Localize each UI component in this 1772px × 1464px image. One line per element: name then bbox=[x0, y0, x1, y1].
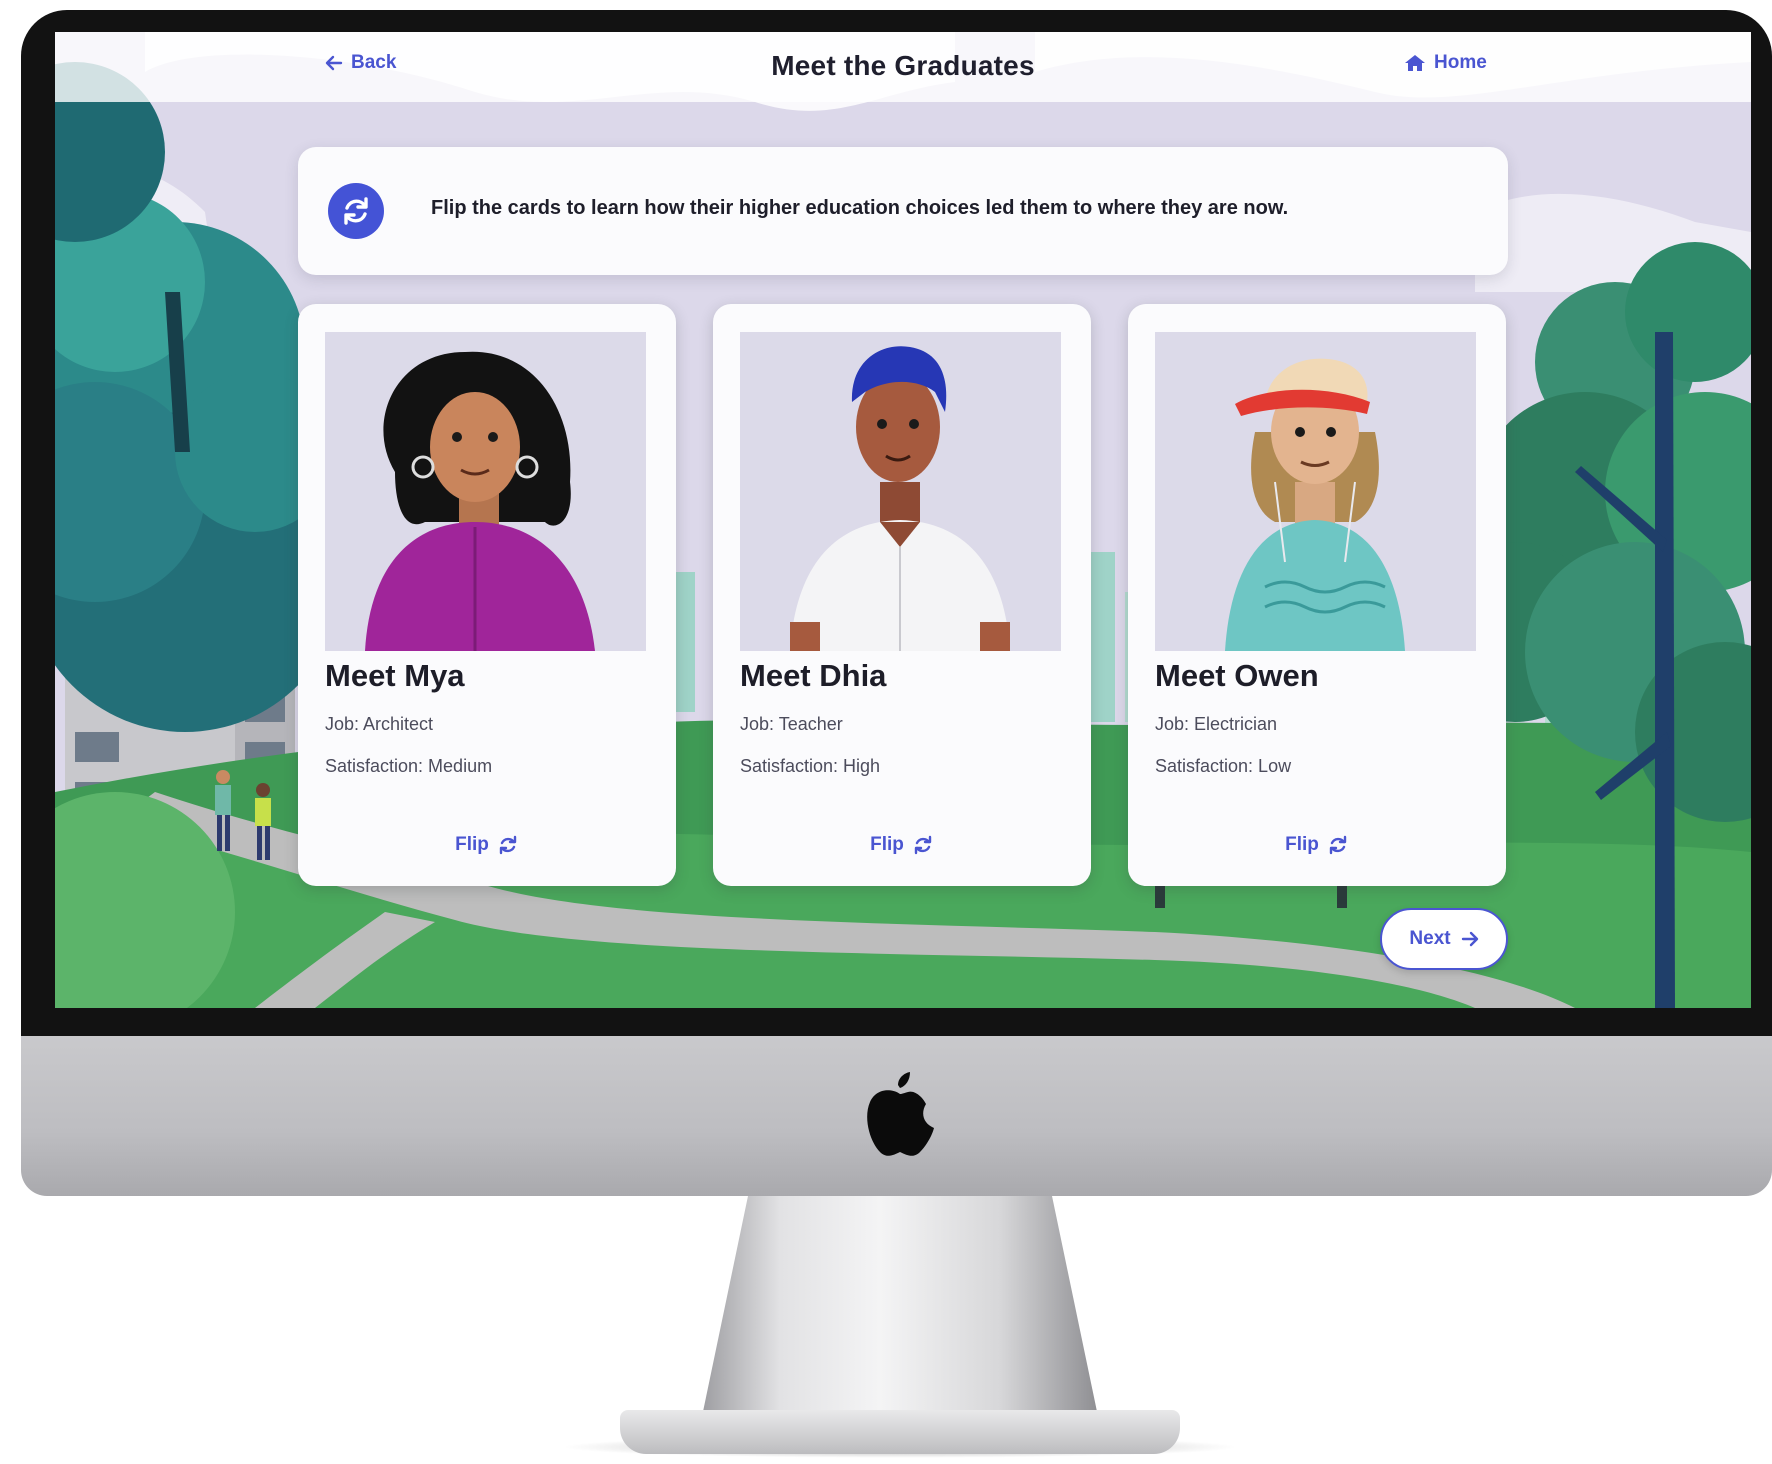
home-icon bbox=[1405, 55, 1425, 71]
graduate-card-mya[interactable]: Meet Mya Job: Architect Satisfaction: Me… bbox=[298, 304, 676, 886]
card-satisfaction: Satisfaction: Low bbox=[1155, 756, 1292, 776]
instruction-banner: Flip the cards to learn how their higher… bbox=[298, 147, 1508, 275]
flip-button[interactable]: Flip bbox=[1128, 834, 1506, 856]
card-name: Meet Dhia bbox=[740, 658, 887, 693]
card-satisfaction: Satisfaction: Medium bbox=[325, 756, 493, 776]
card-job: Job: Architect bbox=[325, 714, 434, 734]
card-name: Meet Mya bbox=[325, 658, 465, 693]
dhia-portrait bbox=[740, 332, 1061, 651]
refresh-icon bbox=[328, 183, 384, 239]
refresh-icon bbox=[499, 835, 517, 855]
monitor-stand-neck bbox=[700, 1196, 1100, 1426]
screen: Back Meet the Graduates Home Flip the ca… bbox=[55, 32, 1751, 1008]
card-job: Job: Teacher bbox=[740, 714, 843, 734]
apple-logo bbox=[867, 1072, 934, 1156]
mya-portrait bbox=[325, 332, 646, 651]
flip-button[interactable]: Flip bbox=[298, 834, 676, 856]
flip-label: Flip bbox=[455, 834, 489, 855]
next-label: Next bbox=[1409, 928, 1451, 949]
graduate-card-owen[interactable]: Meet Owen Job: Electrician Satisfaction:… bbox=[1128, 304, 1506, 886]
page-title: Meet the Graduates bbox=[771, 50, 1035, 81]
monitor-stand-foot bbox=[620, 1410, 1180, 1454]
refresh-icon bbox=[914, 835, 932, 855]
refresh-icon bbox=[1329, 835, 1347, 855]
arrow-right-icon bbox=[1461, 931, 1478, 947]
graduate-card-dhia[interactable]: Meet Dhia Job: Teacher Satisfaction: Hig… bbox=[713, 304, 1091, 886]
flip-label: Flip bbox=[1285, 834, 1319, 855]
top-nav-bar: Back Meet the Graduates Home bbox=[55, 32, 1751, 102]
instruction-text: Flip the cards to learn how their higher… bbox=[431, 197, 1289, 219]
card-name: Meet Owen bbox=[1155, 658, 1319, 693]
next-button[interactable]: Next bbox=[1380, 908, 1508, 970]
home-label: Home bbox=[1434, 52, 1487, 73]
card-satisfaction: Satisfaction: High bbox=[740, 756, 881, 776]
flip-label: Flip bbox=[870, 834, 904, 855]
flip-button[interactable]: Flip bbox=[713, 834, 1091, 856]
home-button[interactable]: Home bbox=[1404, 52, 1487, 74]
card-job: Job: Electrician bbox=[1155, 714, 1278, 734]
owen-portrait bbox=[1155, 332, 1476, 651]
